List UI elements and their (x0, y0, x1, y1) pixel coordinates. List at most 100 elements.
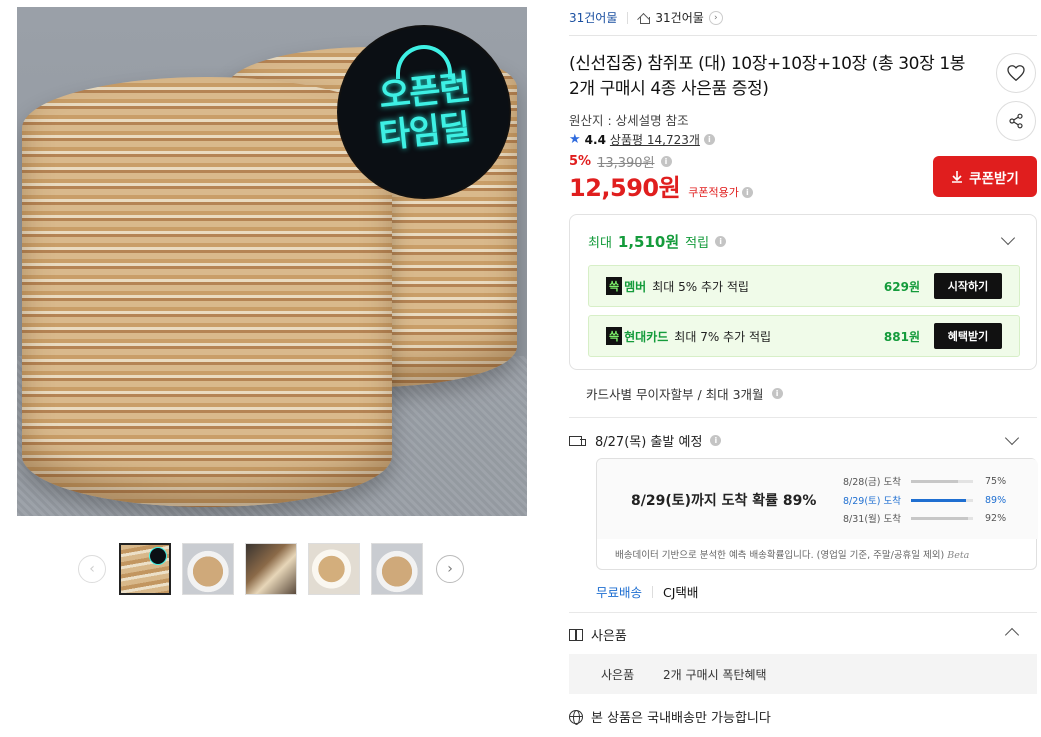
chevron-down-icon[interactable] (1000, 230, 1016, 246)
forecast-row-active: 8/29(토) 도착 89% (843, 493, 1015, 508)
coupon-note-text: 쿠폰적용가 (688, 186, 739, 199)
origin-info: 원산지 : 상세설명 참조 (569, 113, 689, 128)
rating-row: ★ 4.4 상품평 14,723개 i (569, 131, 715, 148)
forecast-pct: 89% (985, 494, 1007, 506)
gift-header[interactable]: 사은품 (569, 625, 1037, 644)
home-icon (638, 12, 651, 24)
benefit-tag-word: 현대카드 (624, 329, 669, 344)
coupon-price-note: 쿠폰적용가 i (688, 184, 753, 200)
sale-price-unit: 원 (658, 174, 681, 202)
divider (627, 11, 629, 24)
chevron-left-icon[interactable]: ‹ (78, 555, 106, 583)
forecast-bar-fill (911, 498, 967, 502)
gift-icon (569, 628, 583, 641)
shipping-header[interactable]: 8/27(목) 출발 예정 i (569, 430, 1037, 450)
forecast-bar-fill (911, 516, 969, 520)
intl-shipping-info: 본 상품은 국내배송만 가능합니다 (569, 707, 771, 726)
installment-text: 카드사별 무이자할부 / 최대 3개월 (586, 387, 764, 402)
share-button[interactable] (996, 101, 1036, 141)
reward-amount: 1,510원 (617, 233, 680, 251)
store-name: 31건어물 (655, 11, 704, 25)
seller-bar: 31건어물 31건어물 › (569, 0, 1037, 36)
chevron-right-icon[interactable]: › (436, 555, 464, 583)
info-icon[interactable]: i (715, 236, 727, 247)
ssg-tag: 쓱 (606, 327, 623, 345)
thumbnail-3[interactable] (245, 543, 297, 595)
carrier-name: CJ택배 (663, 585, 699, 600)
product-main-image[interactable]: 오픈런 타임딜 (17, 7, 527, 516)
benefit-text: 최대 7% 추가 적립 (674, 329, 772, 344)
beta-label: Beta (947, 550, 970, 561)
benefit-card: 쓱 현대카드 최대 7% 추가 적립 881원 혜택받기 (588, 315, 1020, 357)
forecast-row: 8/28(금) 도착 75% (843, 474, 1015, 489)
seller-link[interactable]: 31건어물 (569, 9, 617, 26)
forecast-pct: 75% (985, 475, 1007, 487)
rating-score: 4.4 (584, 132, 606, 147)
wishlist-button[interactable] (996, 53, 1036, 93)
benefit-text: 최대 5% 추가 적립 (652, 279, 749, 294)
info-icon[interactable]: i (710, 435, 722, 446)
badge-line-2: 타임딜 (376, 107, 472, 157)
reward-section: 최대 1,510원 적립 i 쓱 멤버 최대 5% 추가 적립 629원 시작하… (569, 214, 1037, 370)
download-icon (952, 171, 963, 183)
forecast-headline: 8/29(토)까지 도착 확률 89% (631, 493, 817, 509)
star-icon: ★ (569, 132, 581, 147)
product-info-panel: 31건어물 31건어물 › (신선집중) 참쥐포 (대) 10장+10장+10장… (569, 0, 1038, 726)
sale-price-row: 12,590원 쿠폰적용가 i (569, 168, 753, 203)
reward-header[interactable]: 최대 1,510원 적립 i (588, 231, 727, 252)
forecast-bar-fill (911, 479, 958, 483)
truck-icon (569, 435, 587, 447)
gift-header-label: 사은품 (591, 629, 627, 644)
timedeal-mini-badge (149, 547, 167, 565)
thumbnail-1[interactable] (119, 543, 171, 595)
ssg-tag: 쓱 (606, 277, 623, 295)
coupon-button-label: 쿠폰받기 (969, 170, 1019, 187)
globe-icon (569, 709, 583, 725)
benefit-tag-word: 멤버 (624, 279, 647, 294)
coupon-button[interactable]: 쿠폰받기 (933, 156, 1037, 197)
delivery-forecast: 8/29(토)까지 도착 확률 89% 8/28(금) 도착 75% 8/29(… (596, 458, 1038, 570)
divider (652, 585, 654, 598)
reward-prefix: 최대 (588, 236, 612, 251)
forecast-footnote: 배송데이터 기반으로 분석한 예측 배송확률입니다. (영업일 기준, 주말/공… (615, 547, 969, 561)
divider (569, 417, 1037, 418)
forecast-pct: 92% (985, 512, 1007, 524)
chevron-right-icon: › (708, 10, 723, 25)
info-icon[interactable]: i (660, 156, 672, 167)
intl-text: 본 상품은 국내배송만 가능합니다 (591, 711, 771, 726)
forecast-bar (911, 479, 973, 483)
info-icon[interactable]: i (771, 388, 783, 399)
info-icon[interactable]: i (703, 134, 715, 145)
share-icon (1009, 113, 1023, 129)
forecast-bar (911, 498, 973, 502)
sale-price: 12,590원 (569, 168, 681, 203)
thumbnail-4[interactable] (308, 543, 360, 595)
product-title: (신선집중) 참쥐포 (대) 10장+10장+10장 (총 30장 1봉 2개 … (569, 54, 965, 99)
thumbnail-2[interactable] (182, 543, 234, 595)
chevron-up-icon[interactable] (1004, 627, 1020, 643)
thumbnail-carousel: ‹ › (78, 541, 468, 597)
benefit-member: 쓱 멤버 최대 5% 추가 적립 629원 시작하기 (588, 265, 1020, 307)
info-icon[interactable]: i (741, 186, 753, 198)
gift-value: 2개 구매시 폭탄혜택 (663, 667, 767, 682)
timedeal-badge: 오픈런 타임딜 (339, 27, 509, 197)
forecast-bar (911, 516, 973, 520)
gift-label: 사은품 (601, 667, 635, 682)
dispatch-date: 8/27(목) 출발 예정 (595, 435, 703, 450)
store-link[interactable]: 31건어물 › (638, 9, 723, 26)
start-button[interactable]: 시작하기 (934, 273, 1002, 299)
forecast-date: 8/31(월) 도착 (843, 514, 901, 525)
installment-info: 카드사별 무이자할부 / 최대 3개월 i (586, 384, 783, 403)
review-count-link[interactable]: 상품평 14,723개 (610, 131, 700, 148)
benefit-amount: 629원 (883, 279, 920, 294)
forecast-date: 8/28(금) 도착 (843, 477, 901, 488)
product-photo-stack-front (22, 77, 392, 507)
gift-detail: 사은품 2개 구매시 폭탄혜택 (569, 654, 1037, 694)
divider (569, 612, 1037, 613)
footnote-text: 배송데이터 기반으로 분석한 예측 배송확률입니다. (영업일 기준, 주말/공… (615, 550, 945, 561)
forecast-date: 8/29(토) 도착 (843, 496, 901, 507)
thumbnail-5[interactable] (371, 543, 423, 595)
reward-suffix: 적립 (685, 236, 710, 251)
get-benefit-button[interactable]: 혜택받기 (934, 323, 1002, 349)
chevron-down-icon[interactable] (1004, 430, 1020, 446)
